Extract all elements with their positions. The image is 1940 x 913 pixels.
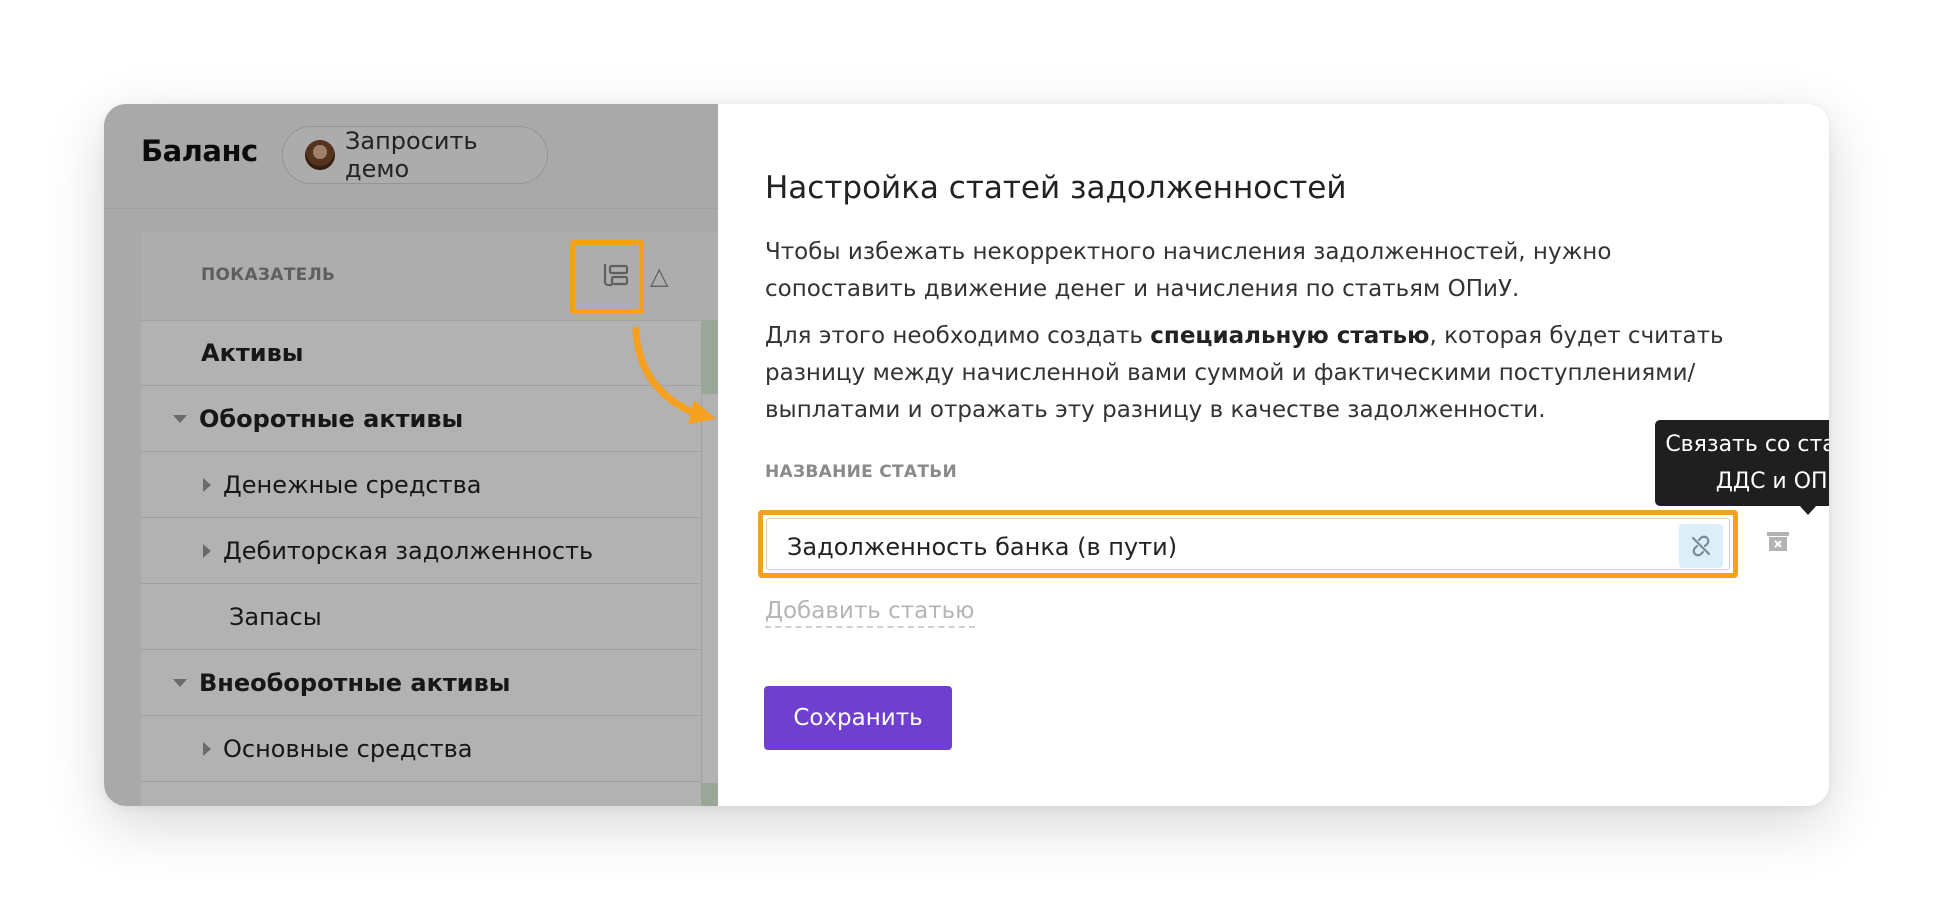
balance-panel: Баланс Запросить демо ПОКАЗАТЕЛЬ △ Актив… <box>104 104 718 806</box>
tooltip-line: Связать со статьями <box>1665 432 1829 457</box>
modal-description-1: Чтобы избежать некорректного начисления … <box>765 239 1612 302</box>
trash-icon[interactable] <box>1763 526 1793 556</box>
link-tooltip: Связать со статьями ДДС и ОПиУ <box>1655 420 1829 515</box>
modal-title: Настройка статей задолженностей <box>765 170 1347 206</box>
tooltip-line: ДДС и ОПиУ <box>1715 469 1829 494</box>
hierarchy-icon-highlight <box>570 240 644 314</box>
modal-description-2: Для этого необходимо создать специальную… <box>765 318 1765 429</box>
add-item-link[interactable]: Добавить статью <box>765 598 975 628</box>
description-text: Для этого необходимо создать <box>765 323 1151 349</box>
unlink-icon <box>1691 535 1711 557</box>
field-label: НАЗВАНИЕ СТАТЬИ <box>765 462 958 482</box>
item-name-value: Задолженность банка (в пути) <box>787 533 1178 561</box>
curved-arrow <box>632 326 716 424</box>
description-bold: специальную статью <box>1150 323 1430 349</box>
modal-backdrop[interactable] <box>104 104 718 806</box>
screenshot-card: Баланс Запросить демо ПОКАЗАТЕЛЬ △ Актив… <box>104 104 1829 806</box>
item-name-input[interactable]: Задолженность банка (в пути) <box>766 518 1730 570</box>
link-items-button[interactable] <box>1679 524 1723 568</box>
item-name-highlight: Задолженность банка (в пути) <box>758 510 1738 578</box>
debt-items-modal: Настройка статей задолженностей Чтобы из… <box>718 104 1829 806</box>
save-button[interactable]: Сохранить <box>764 686 952 750</box>
